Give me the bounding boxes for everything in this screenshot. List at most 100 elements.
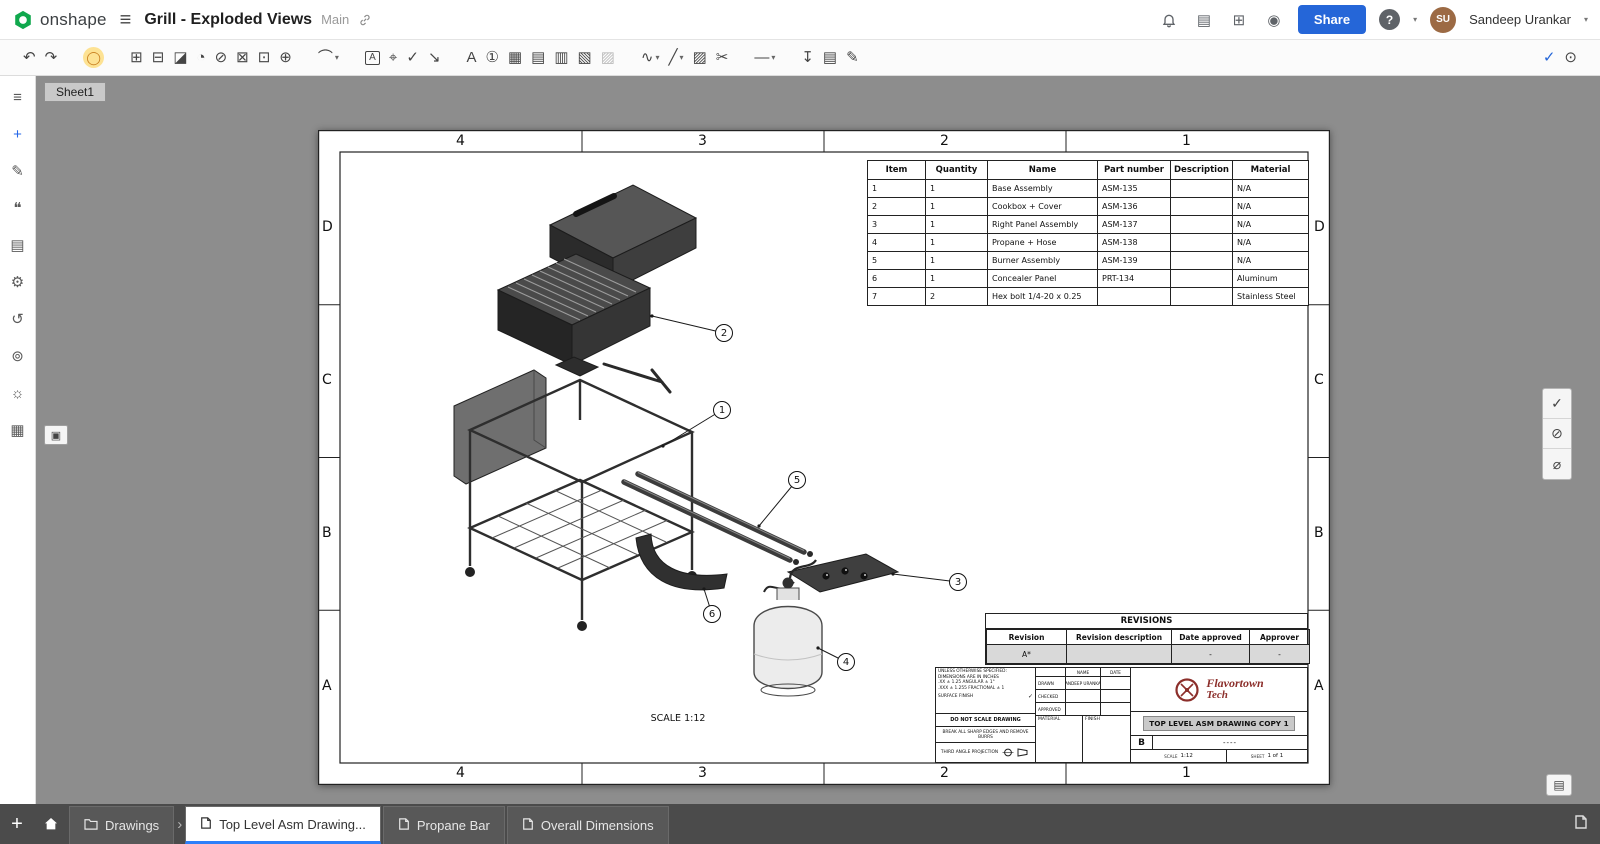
- trim-button[interactable]: ✂: [712, 47, 733, 68]
- measure-button[interactable]: ⌀: [1543, 449, 1571, 479]
- drawing-canvas[interactable]: Sheet1 ▣: [36, 76, 1600, 804]
- user-menu-caret-icon[interactable]: ▾: [1584, 15, 1588, 24]
- edit-sheet-button[interactable]: ✎: [842, 47, 863, 68]
- balloon-2[interactable]: 2: [715, 324, 733, 342]
- bom-row[interactable]: 51Burner AssemblyASM-139N/A: [868, 252, 1309, 270]
- style-highlight-button[interactable]: ◯: [79, 44, 108, 71]
- learn-icon[interactable]: ☼: [7, 382, 29, 404]
- appearance-icon[interactable]: ✎: [7, 160, 29, 182]
- help-icon[interactable]: ?: [1379, 9, 1400, 30]
- hide-show-button[interactable]: ⊘: [1543, 419, 1571, 449]
- menu-icon[interactable]: ≡: [120, 10, 132, 30]
- signoff-name: SANDEEP URANKAR: [1066, 677, 1101, 689]
- text-button[interactable]: A: [463, 47, 481, 68]
- weld-table-button[interactable]: ▨: [597, 47, 619, 68]
- datum-button[interactable]: ⌖: [385, 47, 401, 68]
- crop-view-button[interactable]: ⊕: [275, 47, 296, 68]
- undo-button[interactable]: ↶: [19, 47, 40, 68]
- validate-button[interactable]: ✓: [1543, 389, 1571, 419]
- balloon-button[interactable]: ①: [482, 47, 503, 68]
- drawing-sheet[interactable]: ItemQuantityNamePart numberDescriptionMa…: [318, 130, 1330, 785]
- insert-view-button[interactable]: ⊞: [126, 47, 147, 68]
- help-caret-icon[interactable]: ▾: [1413, 15, 1417, 24]
- exploded-grill-view[interactable]: [454, 185, 898, 696]
- zone-row-label: D: [322, 219, 333, 235]
- balloon-1[interactable]: 1: [713, 401, 731, 419]
- follow-mode-icon[interactable]: +: [7, 123, 29, 145]
- inspect-button[interactable]: ⊙: [1560, 47, 1581, 68]
- line-button[interactable]: ╱▾: [665, 47, 688, 68]
- line-style-button[interactable]: —▾: [750, 47, 779, 68]
- table-button[interactable]: ▦: [504, 47, 526, 68]
- bom-row[interactable]: 21Cookbox + CoverASM-136N/A: [868, 198, 1309, 216]
- break-out-view-button[interactable]: ⊡: [254, 47, 275, 68]
- tables-icon[interactable]: ▦: [7, 419, 29, 441]
- link-icon[interactable]: [358, 13, 372, 27]
- branch-label[interactable]: Main: [321, 12, 349, 27]
- revisions-table[interactable]: REVISIONS RevisionRevision descriptionDa…: [985, 613, 1308, 665]
- balloon-6[interactable]: 6: [703, 605, 721, 623]
- redo-button[interactable]: ↷: [41, 47, 62, 68]
- checkmark-annotation-button[interactable]: ✓: [402, 47, 423, 68]
- avatar[interactable]: SU: [1430, 7, 1456, 33]
- bom-cell: Base Assembly: [988, 180, 1098, 198]
- onshape-logo[interactable]: onshape: [12, 9, 107, 31]
- revisions-row[interactable]: A*--: [987, 645, 1310, 664]
- bom-cell: ASM-139: [1098, 252, 1171, 270]
- new-tab-button[interactable]: +: [0, 804, 34, 844]
- panel-toggle-button[interactable]: ▣: [44, 425, 68, 445]
- comments-icon[interactable]: ❝: [7, 197, 29, 219]
- revision-value[interactable]: ----: [1153, 736, 1307, 749]
- title-block[interactable]: UNLESS OTHERWISE SPECIFIED:DIMENSIONS AR…: [935, 667, 1308, 763]
- journal-icon[interactable]: ▤: [1193, 9, 1215, 31]
- bom-row[interactable]: 72Hex bolt 1/4-20 x 0.25Stainless Steel: [868, 288, 1309, 306]
- auxiliary-view-button[interactable]: ◪: [169, 47, 191, 68]
- projected-view-button[interactable]: ⊟: [148, 47, 169, 68]
- revision-table-button[interactable]: ▧: [574, 47, 596, 68]
- integrations-icon[interactable]: ◉: [1263, 9, 1285, 31]
- bom-row[interactable]: 61Concealer PanelPRT-134Aluminum: [868, 270, 1309, 288]
- versions-icon[interactable]: ↺: [7, 308, 29, 330]
- note-button[interactable]: A: [361, 48, 384, 68]
- custom-features-icon[interactable]: ⚙: [7, 271, 29, 293]
- sheets-icon[interactable]: ≡: [7, 86, 29, 108]
- sheet-settings-button[interactable]: ▤: [819, 47, 841, 68]
- hatch-button[interactable]: ▨: [689, 47, 711, 68]
- home-tab-button[interactable]: [34, 804, 68, 844]
- surface-finish-button[interactable]: ↘: [424, 47, 445, 68]
- tab-propane-bar[interactable]: Propane Bar: [383, 806, 505, 844]
- broken-view-button[interactable]: ⊠: [232, 47, 253, 68]
- tab-manager-icon[interactable]: [1574, 815, 1588, 834]
- balloon-3[interactable]: 3: [949, 573, 967, 591]
- section-view-button[interactable]: ⊘: [211, 47, 232, 68]
- check-drawing-button[interactable]: ✓: [1539, 47, 1560, 68]
- surface-finish-check: ✓: [1028, 693, 1033, 701]
- bom-row[interactable]: 41Propane + HoseASM-138N/A: [868, 234, 1309, 252]
- detail-view-button[interactable]: ◔: [193, 47, 210, 68]
- bom-table-button[interactable]: ▤: [527, 47, 549, 68]
- search-icon[interactable]: ⊚: [7, 345, 29, 367]
- apps-icon[interactable]: ⊞: [1228, 9, 1250, 31]
- tab-top-level-asm-drawing[interactable]: Top Level Asm Drawing...: [185, 806, 381, 844]
- sheet-tab[interactable]: Sheet1: [44, 82, 106, 102]
- centerline-button[interactable]: ∿▾: [637, 47, 664, 68]
- bom-table[interactable]: ItemQuantityNamePart numberDescriptionMa…: [867, 160, 1309, 306]
- bom-table-grid[interactable]: ItemQuantityNamePart numberDescriptionMa…: [867, 160, 1309, 306]
- sheet-list-button[interactable]: ▤: [1546, 774, 1572, 796]
- notifications-bell-icon[interactable]: [1158, 9, 1180, 31]
- sheet-export-button[interactable]: ↧: [797, 47, 818, 68]
- redo-icon: ↷: [45, 50, 58, 65]
- bom-row[interactable]: 31Right Panel AssemblyASM-137N/A: [868, 216, 1309, 234]
- dimension-button[interactable]: ⌒▾: [314, 47, 343, 68]
- hole-table-button[interactable]: ▥: [550, 47, 572, 68]
- tab-overall-dimensions[interactable]: Overall Dimensions: [507, 806, 669, 844]
- bom-row[interactable]: 11Base AssemblyASM-135N/A: [868, 180, 1309, 198]
- balloon-4[interactable]: 4: [837, 653, 855, 671]
- bom-header-cell: Quantity: [926, 161, 988, 180]
- tab-label: Propane Bar: [417, 818, 490, 833]
- share-button[interactable]: Share: [1298, 5, 1366, 34]
- tab-drawings-folder[interactable]: Drawings: [69, 806, 174, 844]
- balloon-5[interactable]: 5: [788, 471, 806, 489]
- drawing-title[interactable]: TOP LEVEL ASM DRAWING COPY 1: [1143, 716, 1294, 731]
- notes-icon[interactable]: ▤: [7, 234, 29, 256]
